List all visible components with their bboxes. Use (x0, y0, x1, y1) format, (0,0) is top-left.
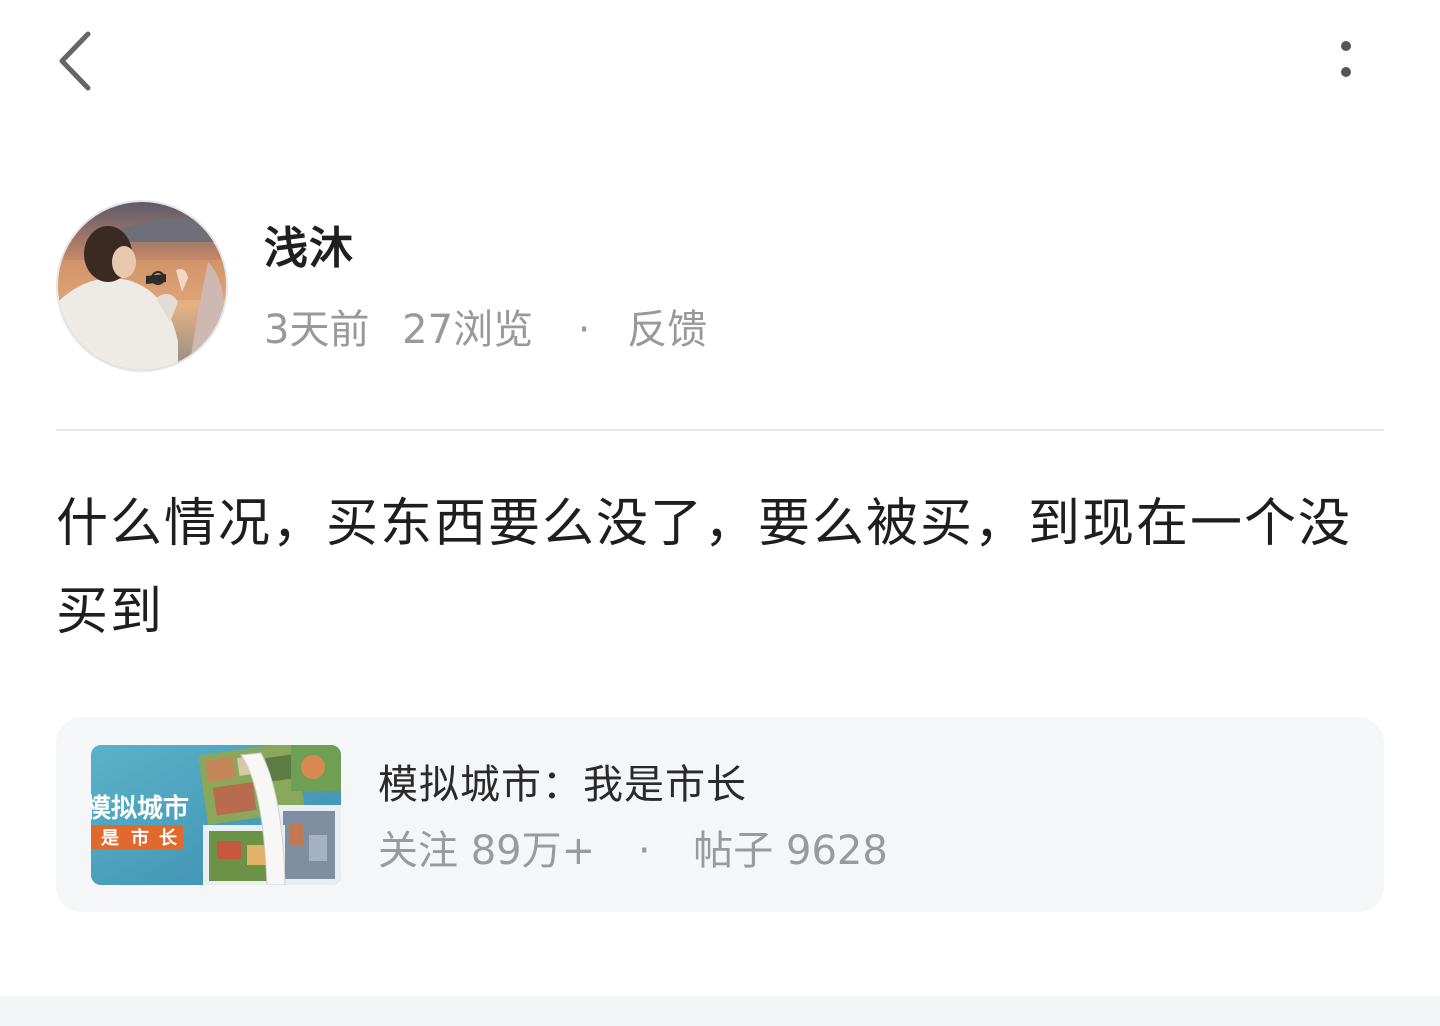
thumb-logo-title: 模拟城市 (91, 793, 189, 824)
thumb-logo-char-2: 市 (131, 827, 149, 849)
feedback-link[interactable]: 反馈 (627, 307, 707, 353)
author-name[interactable]: 浅沐 (264, 220, 354, 278)
post-meta: 3天前 27浏览 · 反馈 (264, 302, 707, 358)
post-time: 3天前 (264, 307, 370, 353)
forum-stats: 关注 89万+ · 帖子 9628 (378, 825, 888, 877)
top-bar (0, 0, 1440, 120)
separator-dot: · (637, 828, 651, 874)
thumb-logo-char-1: 是 (100, 828, 119, 849)
forum-post-count: 帖子 9628 (693, 828, 888, 874)
forum-card[interactable]: 模拟城市 是 市 长 模拟城市：我是市长 关注 89万+ · 帖子 9628 (56, 717, 1384, 912)
bottom-section-divider (0, 996, 1440, 1026)
separator-dot: · (577, 307, 591, 353)
avatar-image (58, 202, 226, 370)
forum-thumbnail: 模拟城市 是 市 长 (91, 745, 341, 885)
divider (56, 429, 1384, 431)
more-vertical-icon (1341, 41, 1351, 77)
avatar[interactable] (56, 200, 228, 372)
forum-name: 模拟城市：我是市长 (378, 762, 747, 808)
thumb-logo-char-3: 长 (159, 828, 178, 849)
forum-followers: 关注 89万+ (378, 828, 596, 874)
post-content: 什么情况，买东西要么没了，要么被买，到现在一个没买到 (56, 494, 1353, 642)
author-header: 浅沐 3天前 27浏览 · 反馈 (56, 200, 1384, 376)
more-options-button[interactable] (1320, 36, 1372, 88)
view-count: 27浏览 (402, 307, 534, 353)
chevron-left-icon (59, 31, 91, 91)
back-button[interactable] (50, 26, 106, 96)
